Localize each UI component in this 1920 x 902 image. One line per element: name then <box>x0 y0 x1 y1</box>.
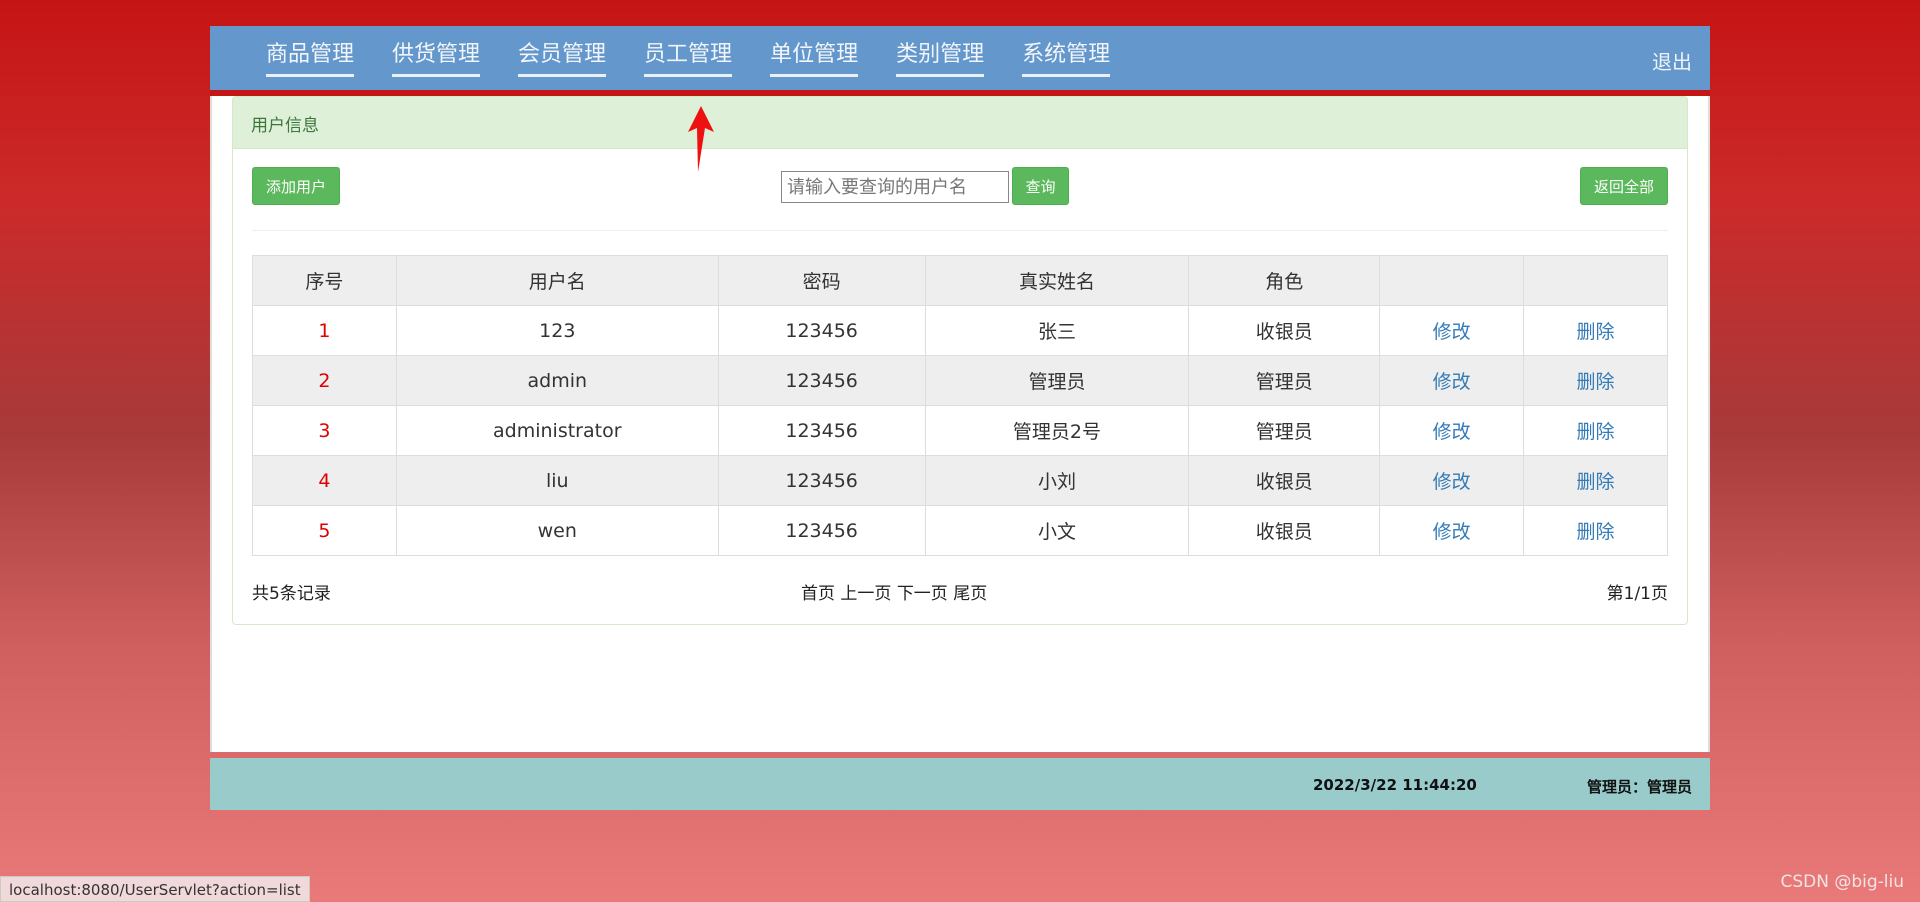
col-header-username: 用户名 <box>395 255 719 306</box>
row-role: 管理员 <box>1188 355 1381 406</box>
nav-item-staff[interactable]: 员工管理 <box>644 40 733 77</box>
watermark: CSDN @big-liu <box>1780 872 1904 892</box>
row-password: 123456 <box>717 305 926 356</box>
table-row: 4 liu 123456 小刘 收银员 修改 删除 <box>252 455 1668 506</box>
delete-link[interactable]: 删除 <box>1523 355 1668 406</box>
row-index: 3 <box>252 405 397 456</box>
page-indicator: 第1/1页 <box>1606 584 1668 604</box>
col-header-password: 密码 <box>717 255 926 306</box>
table-row: 1 123 123456 张三 收银员 修改 删除 <box>252 305 1668 356</box>
col-header-edit <box>1379 255 1525 306</box>
row-username: administrator <box>395 405 719 456</box>
edit-link[interactable]: 修改 <box>1379 455 1525 506</box>
red-arrow-annotation-icon <box>688 106 714 172</box>
search-input[interactable] <box>781 171 1009 203</box>
nav-item-goods[interactable]: 商品管理 <box>266 40 355 77</box>
col-header-realname: 真实姓名 <box>924 255 1190 306</box>
row-password: 123456 <box>717 505 926 556</box>
row-index: 1 <box>252 305 397 356</box>
edit-link[interactable]: 修改 <box>1379 505 1525 556</box>
row-username: wen <box>395 505 719 556</box>
nav-item-categories[interactable]: 类别管理 <box>896 40 985 77</box>
record-count: 共5条记录 <box>252 584 331 604</box>
query-button[interactable]: 查询 <box>1012 167 1069 205</box>
row-role: 管理员 <box>1188 405 1381 456</box>
row-realname: 管理员2号 <box>924 405 1190 456</box>
next-page-link[interactable]: 下一页 <box>897 584 948 604</box>
table-row: 3 administrator 123456 管理员2号 管理员 修改 删除 <box>252 405 1668 456</box>
footer-datetime: 2022/3/22 11:44:20 <box>1313 776 1477 794</box>
first-page-link[interactable]: 首页 <box>801 584 835 604</box>
panel-heading: 用户信息 <box>233 97 1687 149</box>
col-header-role: 角色 <box>1188 255 1381 306</box>
row-index: 2 <box>252 355 397 406</box>
row-password: 123456 <box>717 405 926 456</box>
user-panel: 用户信息 添加用户 查询 返回全部 序号 用户名 密码 真实姓名 角色 <box>232 96 1688 625</box>
edit-link[interactable]: 修改 <box>1379 305 1525 356</box>
nav-item-supply[interactable]: 供货管理 <box>392 40 481 77</box>
row-index: 4 <box>252 455 397 506</box>
row-username: liu <box>395 455 719 506</box>
nav-list: 商品管理 供货管理 会员管理 员工管理 单位管理 类别管理 系统管理 <box>266 26 1148 90</box>
table-header-row: 序号 用户名 密码 真实姓名 角色 <box>252 255 1668 306</box>
add-user-button[interactable]: 添加用户 <box>252 167 340 205</box>
edit-link[interactable]: 修改 <box>1379 405 1525 456</box>
app-container: 商品管理 供货管理 会员管理 员工管理 单位管理 类别管理 系统管理 退出 用户… <box>210 26 1710 810</box>
row-realname: 管理员 <box>924 355 1190 406</box>
top-navbar: 商品管理 供货管理 会员管理 员工管理 单位管理 类别管理 系统管理 退出 <box>210 26 1710 90</box>
row-password: 123456 <box>717 455 926 506</box>
delete-link[interactable]: 删除 <box>1523 455 1668 506</box>
row-realname: 小文 <box>924 505 1190 556</box>
row-role: 收银员 <box>1188 505 1381 556</box>
toolbar: 添加用户 查询 返回全部 <box>252 149 1668 231</box>
col-header-index: 序号 <box>252 255 397 306</box>
row-index: 5 <box>252 505 397 556</box>
nav-item-members[interactable]: 会员管理 <box>518 40 607 77</box>
delete-link[interactable]: 删除 <box>1523 305 1668 356</box>
delete-link[interactable]: 删除 <box>1523 505 1668 556</box>
main-content: 用户信息 添加用户 查询 返回全部 序号 用户名 密码 真实姓名 角色 <box>210 96 1710 752</box>
row-username: admin <box>395 355 719 406</box>
browser-status-url: localhost:8080/UserServlet?action=list <box>0 876 310 902</box>
pager-links: 首页 上一页 下一页 尾页 <box>801 579 987 604</box>
user-table: 序号 用户名 密码 真实姓名 角色 1 123 123456 张三 收银员 修改… <box>252 255 1668 556</box>
logout-link[interactable]: 退出 <box>1652 46 1692 75</box>
row-password: 123456 <box>717 355 926 406</box>
edit-link[interactable]: 修改 <box>1379 355 1525 406</box>
nav-item-units[interactable]: 单位管理 <box>770 40 859 77</box>
footer-bar: 2022/3/22 11:44:20 管理员：管理员 <box>210 758 1710 810</box>
table-row: 5 wen 123456 小文 收银员 修改 删除 <box>252 505 1668 556</box>
table-row: 2 admin 123456 管理员 管理员 修改 删除 <box>252 355 1668 406</box>
col-header-delete <box>1523 255 1668 306</box>
nav-item-system[interactable]: 系统管理 <box>1022 40 1111 77</box>
row-realname: 小刘 <box>924 455 1190 506</box>
last-page-link[interactable]: 尾页 <box>953 584 987 604</box>
row-role: 收银员 <box>1188 305 1381 356</box>
row-username: 123 <box>395 305 719 356</box>
footer-current-user: 管理员：管理员 <box>1586 778 1692 796</box>
row-role: 收银员 <box>1188 455 1381 506</box>
prev-page-link[interactable]: 上一页 <box>840 584 891 604</box>
show-all-button[interactable]: 返回全部 <box>1580 167 1668 205</box>
delete-link[interactable]: 删除 <box>1523 405 1668 456</box>
row-realname: 张三 <box>924 305 1190 356</box>
